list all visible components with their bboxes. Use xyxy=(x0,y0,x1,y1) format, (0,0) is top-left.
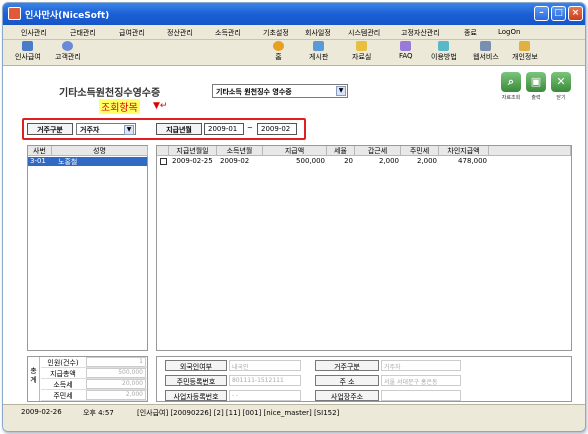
close-button[interactable]: × xyxy=(568,6,583,21)
search-icon: ⌕ xyxy=(501,72,521,92)
row-checkbox[interactable] xyxy=(160,158,167,165)
page-title: 기타소득원천징수영수증 xyxy=(59,88,161,99)
bizno-field[interactable]: - - xyxy=(229,390,301,401)
menu-jeongsan[interactable]: 정산관리 xyxy=(167,28,193,38)
annotation-arrow-icon: ▼↵ xyxy=(153,101,168,111)
total-row-income-tax: 소득세 20,000 xyxy=(41,379,147,390)
window-title: 인사만사(NiceSoft) xyxy=(25,11,110,21)
faq-icon xyxy=(400,41,412,51)
rrn-label: 주민등록번호 xyxy=(165,375,227,386)
bizno-label: 사업자등록번호 xyxy=(165,390,227,401)
col-header-net[interactable]: 차인지급액 xyxy=(439,146,489,156)
address-field[interactable]: 서울 서대문구 홍은동 xyxy=(381,375,461,386)
maximize-button[interactable]: □ xyxy=(551,6,566,21)
toolbar-faq[interactable]: FAQ xyxy=(399,41,413,60)
status-info: [인사급여] [20090226] [2] [11] [001] [nice_m… xyxy=(137,409,340,417)
menu-exit[interactable]: 종료 xyxy=(464,28,477,38)
chevron-down-icon: ▼ xyxy=(124,125,134,135)
col-header-id[interactable]: 사번 xyxy=(28,146,52,156)
app-icon xyxy=(8,7,21,20)
customer-icon xyxy=(62,41,74,51)
col-header-amount[interactable]: 지급액 xyxy=(263,146,327,156)
app-window: 인사만사(NiceSoft) – □ × 인사관리 근태관리 급여관리 정산관리… xyxy=(2,2,586,432)
criteria-box: 거주구분 거주자 ▼ 지급년월 2009-01 ~ 2009-02 xyxy=(22,118,306,140)
close-icon: ✕ xyxy=(551,72,571,92)
totals-panel: 총계 인원(건수) 1 지급총액 500,000 소득세 20,000 주민세 … xyxy=(27,356,148,402)
total-row-count: 인원(건수) 1 xyxy=(41,357,147,368)
print-icon: ▣ xyxy=(526,72,546,92)
home-icon xyxy=(273,41,284,51)
board-icon xyxy=(313,41,325,51)
bottom-strip xyxy=(3,421,585,431)
toolbar-files[interactable]: 자료실 xyxy=(352,41,371,62)
resident-type-field[interactable]: 거주자 xyxy=(381,360,461,371)
col-header-income-month[interactable]: 소득년월 xyxy=(217,146,263,156)
menu-asset[interactable]: 고정자산관리 xyxy=(401,28,440,38)
period-separator: ~ xyxy=(247,124,253,132)
menu-geuntae[interactable]: 근태관리 xyxy=(70,28,96,38)
title-bar: 인사만사(NiceSoft) – □ × xyxy=(3,3,585,25)
toolbar-personal[interactable]: 개인정보 xyxy=(512,41,538,62)
form-type-select[interactable]: 기타소득 원천징수 영수증 ▼ xyxy=(212,84,348,98)
period-to-input[interactable]: 2009-02 xyxy=(257,123,297,135)
howto-icon xyxy=(438,41,450,51)
col-header-resident-tax[interactable]: 주민세 xyxy=(401,146,439,156)
search-button[interactable]: ⌕ 자료조회 xyxy=(498,72,524,101)
col-header-rate[interactable]: 세율 xyxy=(327,146,355,156)
status-bar: 2009-02-26 오후 4:57 [인사급여] [20090226] [2]… xyxy=(3,404,585,421)
period-from-input[interactable]: 2009-01 xyxy=(204,123,244,135)
status-time: 오후 4:57 xyxy=(83,409,114,417)
menu-ilj[interactable]: 회사일정 xyxy=(305,28,331,38)
period-label: 지급년월 xyxy=(156,123,202,135)
menu-geuyeo[interactable]: 급여관리 xyxy=(119,28,145,38)
detail-panel: 외국인여부 내국인 주민등록번호 801111-1512111 사업자등록번호 … xyxy=(156,356,572,402)
web-service-icon xyxy=(480,41,492,51)
rrn-field[interactable]: 801111-1512111 xyxy=(229,375,301,386)
total-row-resident-tax: 주민세 2,000 xyxy=(41,390,147,401)
col-header-blank xyxy=(489,146,571,156)
personal-info-icon xyxy=(519,41,531,51)
address-label: 주 소 xyxy=(315,375,379,386)
status-date: 2009-02-26 xyxy=(21,408,62,416)
print-button[interactable]: ▣ 출력 xyxy=(523,72,549,101)
resident-select[interactable]: 거주자 ▼ xyxy=(76,123,136,135)
resident-label: 거주구분 xyxy=(27,123,73,135)
annotation-label: 조회항목 xyxy=(99,99,140,114)
chevron-down-icon: ▼ xyxy=(336,86,346,96)
main-content: 기타소득원천징수영수증 기타소득 원천징수 영수증 ▼ ⌕ 자료조회 ▣ 출력 … xyxy=(3,66,585,404)
bizaddr-field[interactable] xyxy=(381,390,461,401)
col-header-check xyxy=(157,146,169,156)
toolbar-howto[interactable]: 이용방법 xyxy=(431,41,457,62)
totals-side-label: 총계 xyxy=(28,357,40,401)
col-header-name[interactable]: 성명 xyxy=(52,146,148,156)
employee-list: 사번 성명 3-01 노홍철 xyxy=(27,145,148,351)
menu-sodeuk[interactable]: 소득관리 xyxy=(215,28,241,38)
payment-grid: 지급년월일 소득년월 지급액 세율 갑근세 주민세 차인지급액 2009-02-… xyxy=(156,145,572,351)
toolbar-home[interactable]: 홈 xyxy=(273,41,284,62)
folder-icon xyxy=(356,41,368,51)
toolbar-board[interactable]: 게시판 xyxy=(309,41,328,62)
toolbar-webservice[interactable]: 웹서비스 xyxy=(473,41,499,62)
menu-system[interactable]: 시스템관리 xyxy=(348,28,380,38)
bizaddr-label: 사업장주소 xyxy=(315,390,379,401)
list-item[interactable]: 3-01 노홍철 xyxy=(28,157,147,166)
table-row[interactable]: 2009-02-25 2009-02 500,000 20 2,000 2,00… xyxy=(157,157,571,167)
close-page-button[interactable]: ✕ 닫기 xyxy=(548,72,574,101)
minimize-button[interactable]: – xyxy=(534,6,549,21)
menu-logon[interactable]: LogOn xyxy=(498,28,520,36)
foreigner-field[interactable]: 내국인 xyxy=(229,360,301,371)
toolbar-insa-geuyeo[interactable]: 인사급여 xyxy=(15,41,41,62)
total-row-paid: 지급총액 500,000 xyxy=(41,368,147,379)
payroll-icon xyxy=(22,41,34,51)
toolbar-customer[interactable]: 고객관리 xyxy=(55,41,81,62)
col-header-income-tax[interactable]: 갑근세 xyxy=(355,146,401,156)
col-header-pay-date[interactable]: 지급년월일 xyxy=(169,146,217,156)
menu-gicho[interactable]: 기초설정 xyxy=(263,28,289,38)
menu-bar: 인사관리 근태관리 급여관리 정산관리 소득관리 기초설정 회사일정 시스템관리… xyxy=(3,25,585,40)
resident-type-label: 거주구분 xyxy=(315,360,379,371)
toolbar: 인사급여 고객관리 홈 게시판 자료실 FAQ 이용방법 웹서비스 개인정보 xyxy=(3,40,585,66)
foreigner-label: 외국인여부 xyxy=(165,360,227,371)
menu-insa[interactable]: 인사관리 xyxy=(21,28,47,38)
